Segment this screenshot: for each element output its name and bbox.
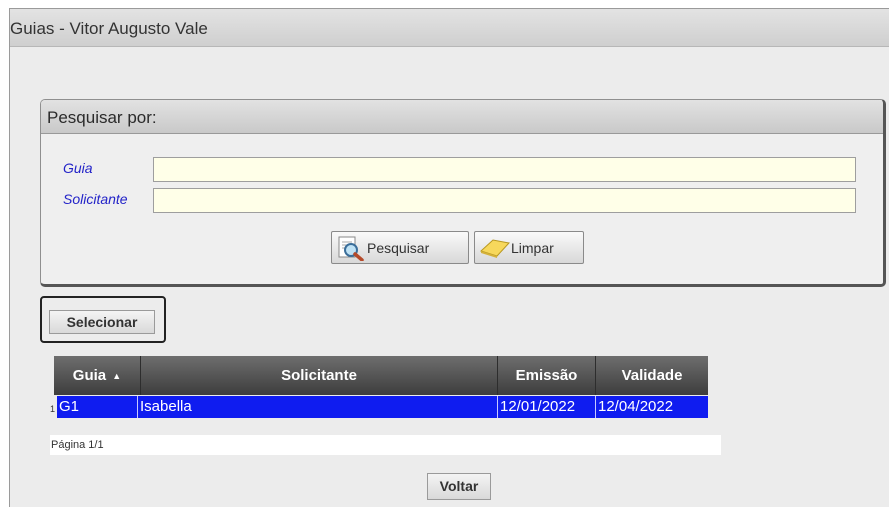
magnifier-document-icon (336, 235, 364, 264)
row-number: 1 (50, 404, 56, 414)
search-panel: Pesquisar por: Guia Solicitante Pesquisa… (40, 99, 886, 287)
sort-ascending-icon: ▲ (112, 370, 122, 381)
grid-header: Guia ▲ Solicitante Emissão Validade (54, 356, 708, 395)
column-header-validade[interactable]: Validade (596, 356, 708, 395)
eraser-icon (479, 235, 511, 264)
cell-solicitante: Isabella (138, 396, 498, 418)
pagination-info: Página 1/1 (50, 435, 721, 455)
guia-input[interactable] (153, 157, 856, 182)
column-header-guia-label: Guia (72, 367, 107, 384)
search-panel-title: Pesquisar por: (47, 108, 157, 127)
main-window: Guias - Vitor Augusto Vale Pesquisar por… (9, 8, 889, 507)
window-title: Guias - Vitor Augusto Vale (10, 19, 208, 38)
solicitante-label: Solicitante (63, 191, 128, 207)
cell-emissao: 12/01/2022 (498, 396, 596, 418)
title-bar: Guias - Vitor Augusto Vale (10, 9, 889, 47)
cell-guia: G1 (57, 396, 138, 418)
column-header-guia[interactable]: Guia ▲ (54, 356, 141, 395)
search-button[interactable]: Pesquisar (331, 231, 469, 264)
back-button[interactable]: Voltar (427, 473, 491, 500)
column-header-solicitante[interactable]: Solicitante (141, 356, 498, 395)
cell-validade: 12/04/2022 (598, 398, 674, 415)
guia-label: Guia (63, 160, 93, 176)
search-panel-header: Pesquisar por: (41, 100, 883, 134)
solicitante-input[interactable] (153, 188, 856, 213)
select-button[interactable]: Selecionar (49, 310, 155, 334)
table-row[interactable]: G1 Isabella 12/01/2022 12/04/2022 (57, 396, 708, 418)
clear-button-label: Limpar (511, 240, 554, 256)
column-header-emissao[interactable]: Emissão (498, 356, 596, 395)
clear-button[interactable]: Limpar (474, 231, 584, 264)
select-button-frame: Selecionar (40, 296, 166, 343)
search-button-label: Pesquisar (367, 240, 430, 256)
